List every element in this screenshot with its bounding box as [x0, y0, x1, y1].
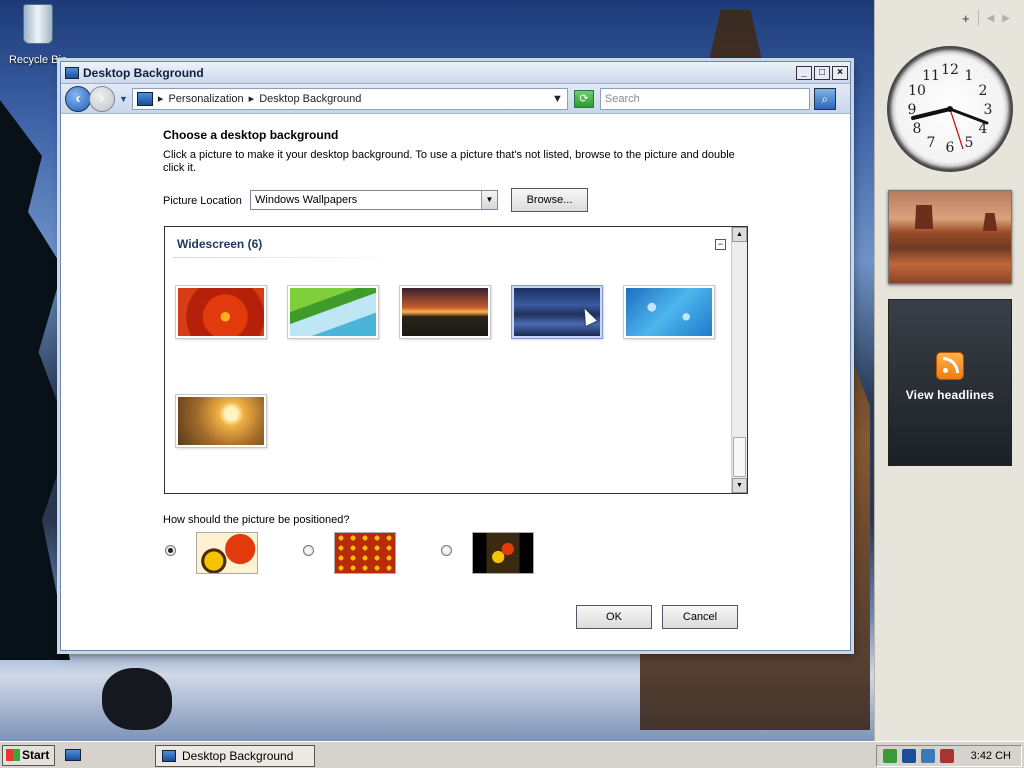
position-radio-fit[interactable]	[165, 545, 176, 556]
refresh-button[interactable]: ⟳	[573, 89, 594, 108]
control-panel-icon	[65, 66, 79, 79]
scroll-down-icon[interactable]: ▼	[732, 478, 747, 493]
cancel-button[interactable]: Cancel	[662, 605, 738, 629]
network-icon[interactable]	[921, 749, 935, 763]
main-content: Choose a desktop background Click a pict…	[61, 114, 850, 649]
windows-logo-icon	[6, 749, 20, 761]
address-bar[interactable]: ▸ Personalization ▸ Desktop Background ▼	[131, 87, 568, 110]
control-panel-icon	[162, 750, 176, 762]
clock-number: 2	[979, 83, 988, 99]
breadcrumb-arrow-icon[interactable]: ▸	[249, 92, 255, 105]
windows-sidebar: + ◀ ▶ 12 1 2 3 4 5 6 7 8 9 10 11 View he…	[874, 0, 1024, 741]
maximize-button[interactable]: □	[814, 65, 830, 80]
scroll-thumb[interactable]	[733, 437, 746, 477]
sidebar-toolbar: + ◀ ▶	[962, 10, 1010, 26]
recycle-bin[interactable]: Recycle Bin	[6, 4, 70, 66]
collapse-group-button[interactable]: −	[715, 239, 726, 250]
breadcrumb-personalization[interactable]: Personalization	[168, 93, 243, 105]
wallpaper-thumbnail-sunset-hills[interactable]	[399, 285, 491, 339]
clock-hour-hand	[911, 107, 952, 120]
keyboard-layout-icon[interactable]	[902, 749, 916, 763]
close-button[interactable]: ×	[832, 65, 848, 80]
ok-button[interactable]: OK	[576, 605, 652, 629]
search-icon[interactable]: ⌕	[813, 87, 836, 110]
breadcrumb-arrow-icon[interactable]: ▸	[158, 92, 164, 105]
wallpaper-thumbnail-golden-field[interactable]	[175, 394, 267, 448]
page-description: Click a picture to make it your desktop …	[163, 149, 735, 174]
butte-shape	[982, 213, 998, 231]
clock-number: 7	[927, 135, 936, 151]
clock-gadget[interactable]: 12 1 2 3 4 5 6 7 8 9 10 11	[887, 46, 1013, 172]
desktop-background-window: Desktop Background _ □ × ‹ › ▼ ▸ Persona…	[60, 61, 851, 651]
forward-button[interactable]: ›	[89, 85, 115, 112]
show-desktop-icon[interactable]	[65, 749, 81, 761]
taskbar-item-label: Desktop Background	[182, 749, 294, 763]
back-button[interactable]: ‹	[65, 85, 91, 112]
taskbar-clock[interactable]: 3:42 CH	[971, 750, 1011, 762]
butte-shape	[914, 205, 934, 229]
wallpaper-gallery: Widescreen (6) − ▲ ▼	[164, 226, 748, 494]
wallpaper-thumbnail-water-drops[interactable]	[623, 285, 715, 339]
position-center-preview[interactable]	[472, 532, 534, 574]
chevron-down-icon[interactable]: ▼	[481, 191, 497, 209]
position-tile-preview[interactable]	[334, 532, 396, 574]
gallery-scrollbar[interactable]: ▲ ▼	[731, 227, 747, 493]
window-titlebar[interactable]: Desktop Background _ □ ×	[61, 62, 850, 84]
browse-button[interactable]: Browse...	[511, 188, 588, 212]
page-heading: Choose a desktop background	[163, 128, 339, 142]
start-label: Start	[22, 748, 50, 762]
system-tray: 3:42 CH	[876, 745, 1022, 767]
clock-number: 8	[913, 121, 922, 137]
group-divider	[173, 257, 409, 258]
control-panel-icon	[136, 91, 153, 106]
toolbar-divider	[977, 10, 979, 26]
security-shield-icon[interactable]	[883, 749, 897, 763]
clock-number: 3	[984, 102, 993, 118]
minimize-button[interactable]: _	[796, 65, 812, 80]
breadcrumb-desktop-background[interactable]: Desktop Background	[259, 93, 361, 105]
clock-number: 1	[965, 68, 974, 84]
navigation-bar: ‹ › ▼ ▸ Personalization ▸ Desktop Backgr…	[61, 84, 850, 114]
clock-number: 12	[941, 62, 959, 78]
search-input[interactable]: Search	[599, 87, 810, 110]
position-radio-center[interactable]	[441, 545, 452, 556]
recycle-bin-icon	[23, 4, 53, 44]
clock-number: 11	[922, 68, 940, 84]
previous-page-button[interactable]: ◀	[987, 13, 995, 24]
scroll-up-icon[interactable]: ▲	[732, 227, 747, 242]
rss-icon	[936, 352, 964, 380]
wallpaper-thumbnail-palm-leaf[interactable]	[287, 285, 379, 339]
wallpaper-thumbnail-red-flower[interactable]	[175, 285, 267, 339]
window-title: Desktop Background	[83, 65, 204, 80]
clock-minute-hand	[948, 107, 989, 125]
clock-face: 12 1 2 3 4 5 6 7 8 9 10 11	[908, 62, 993, 156]
taskbar-item-desktop-background[interactable]: Desktop Background	[155, 745, 315, 767]
address-dropdown-icon[interactable]: ▼	[552, 93, 563, 105]
wallpaper-rock	[102, 668, 172, 730]
taskbar: Start Desktop Background 3:42 CH	[0, 741, 1024, 768]
volume-muted-icon[interactable]	[940, 749, 954, 763]
add-gadget-button[interactable]: +	[962, 11, 970, 26]
view-headlines-link[interactable]: View headlines	[906, 388, 995, 402]
feed-headlines-gadget[interactable]: View headlines	[888, 299, 1012, 466]
picture-location-select[interactable]: Windows Wallpapers ▼	[250, 190, 498, 210]
position-radio-tile[interactable]	[303, 545, 314, 556]
slideshow-gadget[interactable]	[888, 190, 1012, 284]
picture-location-label: Picture Location	[163, 195, 242, 207]
clock-number: 5	[965, 135, 974, 151]
group-header[interactable]: Widescreen (6)	[177, 237, 262, 251]
recent-pages-dropdown[interactable]: ▼	[119, 94, 128, 104]
picture-location-value: Windows Wallpapers	[255, 194, 358, 206]
position-question: How should the picture be positioned?	[163, 514, 350, 526]
start-button[interactable]: Start	[2, 744, 55, 766]
clock-number: 10	[908, 83, 926, 99]
clock-number: 6	[946, 140, 955, 156]
next-page-button[interactable]: ▶	[1002, 13, 1010, 24]
position-fit-preview[interactable]	[196, 532, 258, 574]
